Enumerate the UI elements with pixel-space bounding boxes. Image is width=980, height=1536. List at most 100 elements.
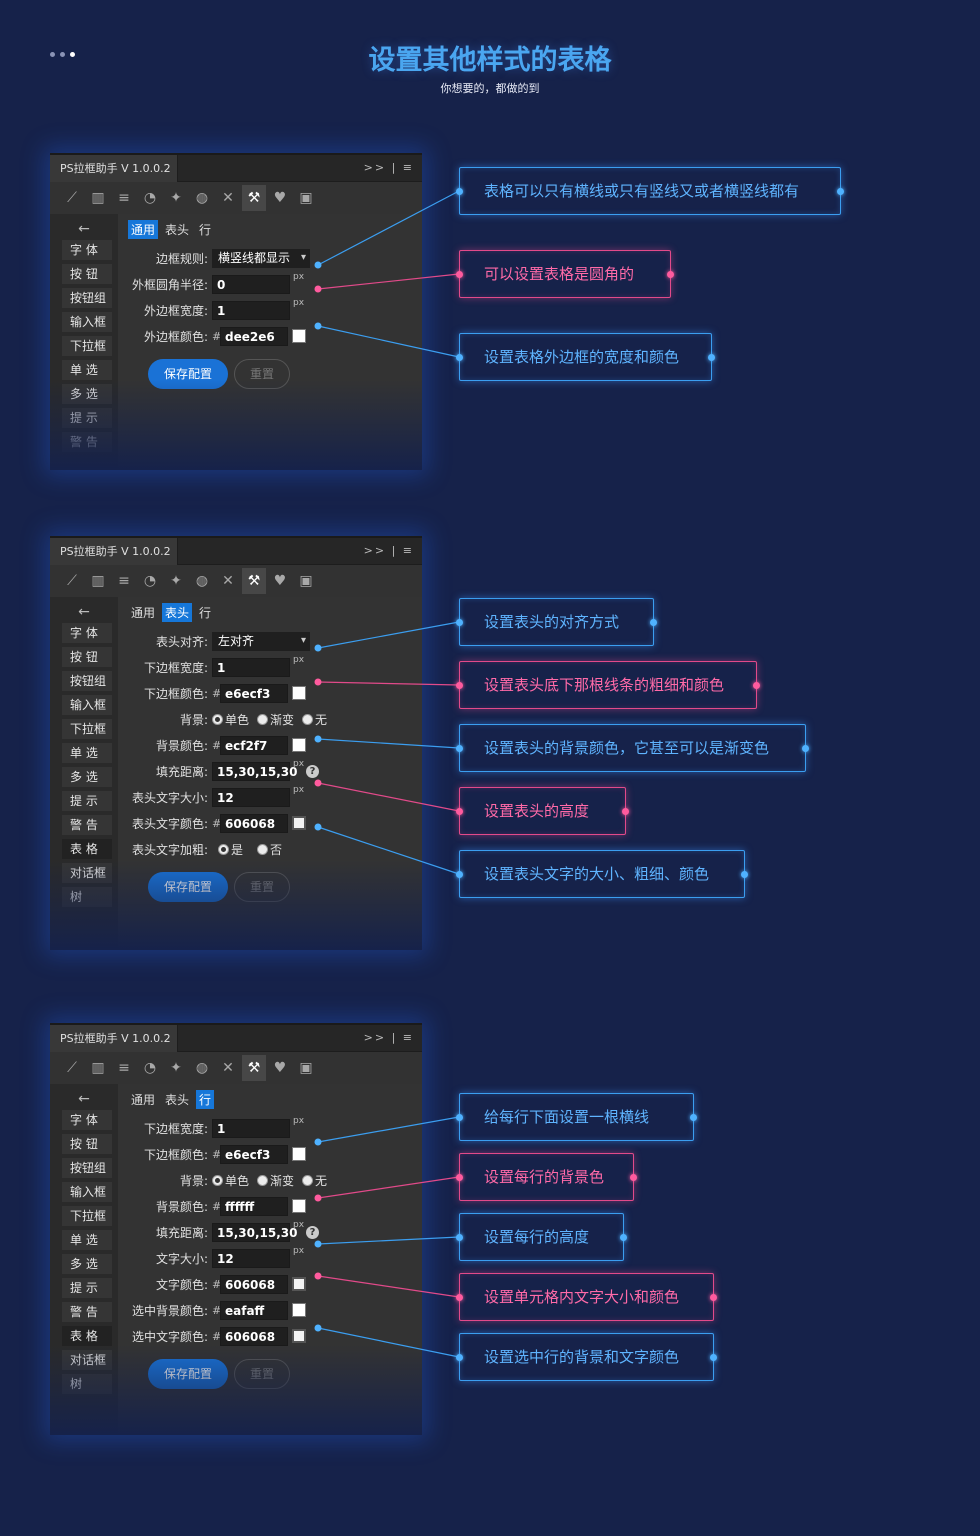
color-swatch[interactable] xyxy=(292,816,306,830)
tab-row[interactable]: 行 xyxy=(196,220,214,239)
bottom-width-input[interactable]: 1 xyxy=(212,1118,290,1138)
border-rule-select[interactable]: 横竖线都显示 xyxy=(212,248,310,268)
radio-bold-yes[interactable]: 是 xyxy=(218,841,243,858)
color-swatch[interactable] xyxy=(292,1277,306,1291)
selected-font-input[interactable]: 606068 xyxy=(220,1326,288,1346)
radius-input[interactable]: 0 xyxy=(212,274,290,294)
panel-title-tab[interactable]: PS拉框助手 V 1.0.0.2 xyxy=(50,1025,178,1052)
back-arrow-icon[interactable]: ← xyxy=(50,220,118,238)
sidebar-item-table[interactable]: 表 格 xyxy=(62,1326,112,1346)
sidebar-item-tip[interactable]: 提 示 xyxy=(62,408,112,428)
radio-solid[interactable]: 单色 xyxy=(212,711,249,728)
sidebar-item-radio[interactable]: 单 选 xyxy=(62,743,112,763)
padding-input[interactable]: 15,30,15,30 xyxy=(212,761,297,781)
panel-window-controls[interactable]: >> | ≡ xyxy=(364,1031,414,1044)
font-size-input[interactable]: 12 xyxy=(212,1248,290,1268)
font-size-input[interactable]: 12 xyxy=(212,787,290,807)
sidebar-item-warning[interactable]: 警 告 xyxy=(62,432,112,452)
sidebar-item-input[interactable]: 输入框 xyxy=(62,312,112,332)
reset-button[interactable]: 重置 xyxy=(234,359,290,389)
chart-line-icon[interactable]: ⟋ xyxy=(60,185,84,211)
align-icon[interactable]: ≡ xyxy=(112,568,136,594)
chart-bar-icon[interactable]: ▥ xyxy=(86,185,110,211)
sidebar-item-tip[interactable]: 提 示 xyxy=(62,791,112,811)
wrench-icon[interactable]: ⚒ xyxy=(242,185,266,211)
align-icon[interactable]: ≡ xyxy=(112,1055,136,1081)
color-swatch[interactable] xyxy=(292,738,306,752)
wrench-icon[interactable]: ⚒ xyxy=(242,1055,266,1081)
panel-title-tab[interactable]: PS拉框助手 V 1.0.0.2 xyxy=(50,155,178,182)
pie-icon[interactable]: ◔ xyxy=(138,568,162,594)
tab-header[interactable]: 表头 xyxy=(162,220,192,239)
reset-button[interactable]: 重置 xyxy=(234,1359,290,1389)
selected-bg-input[interactable]: eafaff xyxy=(220,1300,288,1320)
tab-row[interactable]: 行 xyxy=(196,603,214,622)
radio-gradient[interactable]: 渐变 xyxy=(257,711,294,728)
bottom-color-input[interactable]: e6ecf3 xyxy=(220,683,288,703)
sidebar-item-checkbox[interactable]: 多 选 xyxy=(62,767,112,787)
sidebar-item-radio[interactable]: 单 选 xyxy=(62,1230,112,1250)
color-swatch[interactable] xyxy=(292,1147,306,1161)
save-button[interactable]: 保存配置 xyxy=(148,872,228,902)
align-icon[interactable]: ≡ xyxy=(112,185,136,211)
puzzle-icon[interactable]: ✦ xyxy=(164,568,188,594)
sidebar-item-tree[interactable]: 树 xyxy=(62,887,112,907)
sidebar-item-input[interactable]: 输入框 xyxy=(62,1182,112,1202)
sidebar-item-dialog[interactable]: 对话框 xyxy=(62,863,112,883)
sidebar-item-tree[interactable]: 树 xyxy=(62,1374,112,1394)
panel-window-controls[interactable]: >> | ≡ xyxy=(364,161,414,174)
color-swatch[interactable] xyxy=(292,329,306,343)
chart-line-icon[interactable]: ⟋ xyxy=(60,568,84,594)
help-icon[interactable]: ? xyxy=(306,1225,320,1239)
sidebar-item-dialog[interactable]: 对话框 xyxy=(62,1350,112,1370)
color-swatch[interactable] xyxy=(292,1329,306,1343)
border-color-input[interactable]: dee2e6 xyxy=(220,326,288,346)
frame-icon[interactable]: ▣ xyxy=(294,568,318,594)
heart-icon[interactable]: ♥ xyxy=(268,1055,292,1081)
sidebar-item-radio[interactable]: 单 选 xyxy=(62,360,112,380)
sidebar-item-button-group[interactable]: 按钮组 xyxy=(62,671,112,691)
bg-color-input[interactable]: ecf2f7 xyxy=(220,735,288,755)
tools-icon[interactable]: ✕ xyxy=(216,185,240,211)
radio-none[interactable]: 无 xyxy=(302,711,327,728)
chart-line-icon[interactable]: ⟋ xyxy=(60,1055,84,1081)
font-color-input[interactable]: 606068 xyxy=(220,1274,288,1294)
sidebar-item-font[interactable]: 字 体 xyxy=(62,240,112,260)
tab-general[interactable]: 通用 xyxy=(128,603,158,622)
radio-bold-no[interactable]: 否 xyxy=(257,841,282,858)
radio-solid[interactable]: 单色 xyxy=(212,1172,249,1189)
sidebar-item-button[interactable]: 按 钮 xyxy=(62,1134,112,1154)
save-button[interactable]: 保存配置 xyxy=(148,1359,228,1389)
header-align-select[interactable]: 左对齐 xyxy=(212,631,310,651)
tab-header[interactable]: 表头 xyxy=(162,603,193,622)
globe-icon[interactable]: ◍ xyxy=(190,568,214,594)
sidebar-item-select[interactable]: 下拉框 xyxy=(62,719,112,739)
sidebar-item-table[interactable]: 表 格 xyxy=(62,839,112,859)
save-button[interactable]: 保存配置 xyxy=(148,359,228,389)
globe-icon[interactable]: ◍ xyxy=(190,185,214,211)
sidebar-item-button-group[interactable]: 按钮组 xyxy=(62,1158,112,1178)
sidebar-item-font[interactable]: 字 体 xyxy=(62,623,112,643)
sidebar-item-select[interactable]: 下拉框 xyxy=(62,1206,112,1226)
puzzle-icon[interactable]: ✦ xyxy=(164,1055,188,1081)
sidebar-item-checkbox[interactable]: 多 选 xyxy=(62,384,112,404)
tools-icon[interactable]: ✕ xyxy=(216,1055,240,1081)
chart-bar-icon[interactable]: ▥ xyxy=(86,568,110,594)
heart-icon[interactable]: ♥ xyxy=(268,185,292,211)
sidebar-item-font[interactable]: 字 体 xyxy=(62,1110,112,1130)
font-color-input[interactable]: 606068 xyxy=(220,813,288,833)
back-arrow-icon[interactable]: ← xyxy=(50,1090,118,1108)
bottom-color-input[interactable]: e6ecf3 xyxy=(220,1144,288,1164)
sidebar-item-tip[interactable]: 提 示 xyxy=(62,1278,112,1298)
help-icon[interactable]: ? xyxy=(306,764,320,778)
panel-title-tab[interactable]: PS拉框助手 V 1.0.0.2 xyxy=(50,538,178,565)
radio-none[interactable]: 无 xyxy=(302,1172,327,1189)
sidebar-item-button[interactable]: 按 钮 xyxy=(62,264,112,284)
bg-color-input[interactable]: ffffff xyxy=(220,1196,288,1216)
tab-header[interactable]: 表头 xyxy=(162,1090,192,1109)
radio-gradient[interactable]: 渐变 xyxy=(257,1172,294,1189)
wrench-icon[interactable]: ⚒ xyxy=(242,568,266,594)
bottom-width-input[interactable]: 1 xyxy=(212,657,290,677)
back-arrow-icon[interactable]: ← xyxy=(50,603,118,621)
tools-icon[interactable]: ✕ xyxy=(216,568,240,594)
